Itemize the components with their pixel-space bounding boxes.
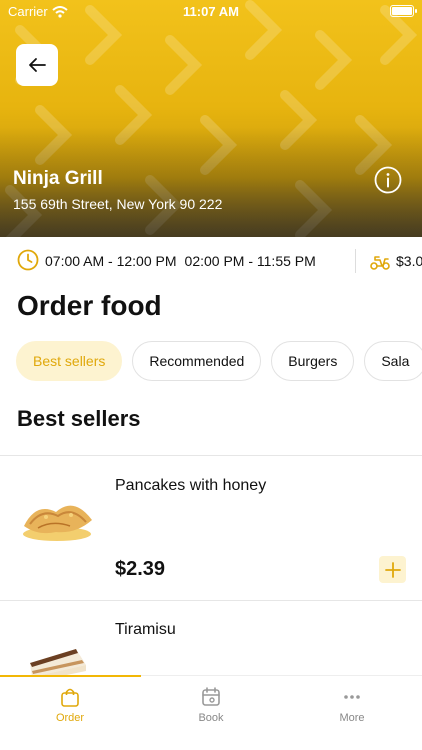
- tab-bar: Order Book More: [0, 675, 422, 750]
- tab-book[interactable]: Book: [141, 686, 281, 724]
- chip-best-sellers[interactable]: Best sellers: [16, 341, 123, 381]
- store-name: Ninja Grill: [13, 168, 103, 189]
- store-info-row: 07:00 AM - 12:00 PM 02:00 PM - 11:55 PM $…: [0, 237, 422, 285]
- calendar-icon: [202, 687, 220, 706]
- item-price: $2.39: [115, 558, 166, 580]
- item-name: Pancakes with honey: [115, 477, 267, 494]
- menu-item[interactable]: Tiramisu: [0, 601, 422, 675]
- section-title: Best sellers: [17, 406, 141, 431]
- pancakes-image: [23, 505, 92, 541]
- divider: [355, 249, 356, 273]
- tab-label: Order: [55, 712, 85, 724]
- store-header: Carrier 11:07 AM Ninja Grill 155 69th St…: [0, 0, 422, 237]
- status-time: 11:07 AM: [183, 4, 239, 19]
- category-chips: Best sellers Recommended Burgers Sala: [16, 341, 422, 381]
- bag-icon: [61, 688, 79, 707]
- clock-icon: [17, 249, 39, 271]
- chip-burgers[interactable]: Burgers: [271, 341, 355, 381]
- arrow-left-icon: [29, 58, 46, 72]
- back-button[interactable]: [16, 44, 58, 86]
- tab-label: More: [339, 712, 365, 724]
- tiramisu-image: [30, 649, 86, 675]
- add-button[interactable]: [379, 556, 406, 583]
- hours-slot: 07:00 AM - 12:00 PM: [45, 253, 177, 269]
- chip-recommended[interactable]: Recommended: [132, 341, 262, 381]
- store-address: 155 69th Street, New York 90 222: [13, 196, 223, 212]
- scooter-icon: [370, 256, 390, 270]
- more-icon: [344, 695, 360, 699]
- item-name: Tiramisu: [115, 621, 176, 638]
- status-bar: Carrier 11:07 AM: [0, 0, 422, 22]
- tab-label: Book: [198, 712, 224, 724]
- tab-indicator: [0, 675, 141, 677]
- plus-icon: [384, 561, 401, 578]
- delivery-fee: $3.0: [396, 253, 422, 269]
- hours-slot: 02:00 PM - 11:55 PM: [184, 253, 316, 269]
- tab-more[interactable]: More: [282, 686, 422, 724]
- menu-item[interactable]: Pancakes with honey $2.39: [0, 456, 422, 600]
- opening-hours: 07:00 AM - 12:00 PM 02:00 PM - 11:55 PM: [45, 253, 316, 269]
- tab-order[interactable]: Order: [0, 686, 140, 724]
- info-icon[interactable]: [374, 166, 402, 194]
- battery-icon: [390, 5, 417, 17]
- page-title: Order food: [17, 290, 162, 321]
- chip-salads[interactable]: Sala: [364, 341, 422, 381]
